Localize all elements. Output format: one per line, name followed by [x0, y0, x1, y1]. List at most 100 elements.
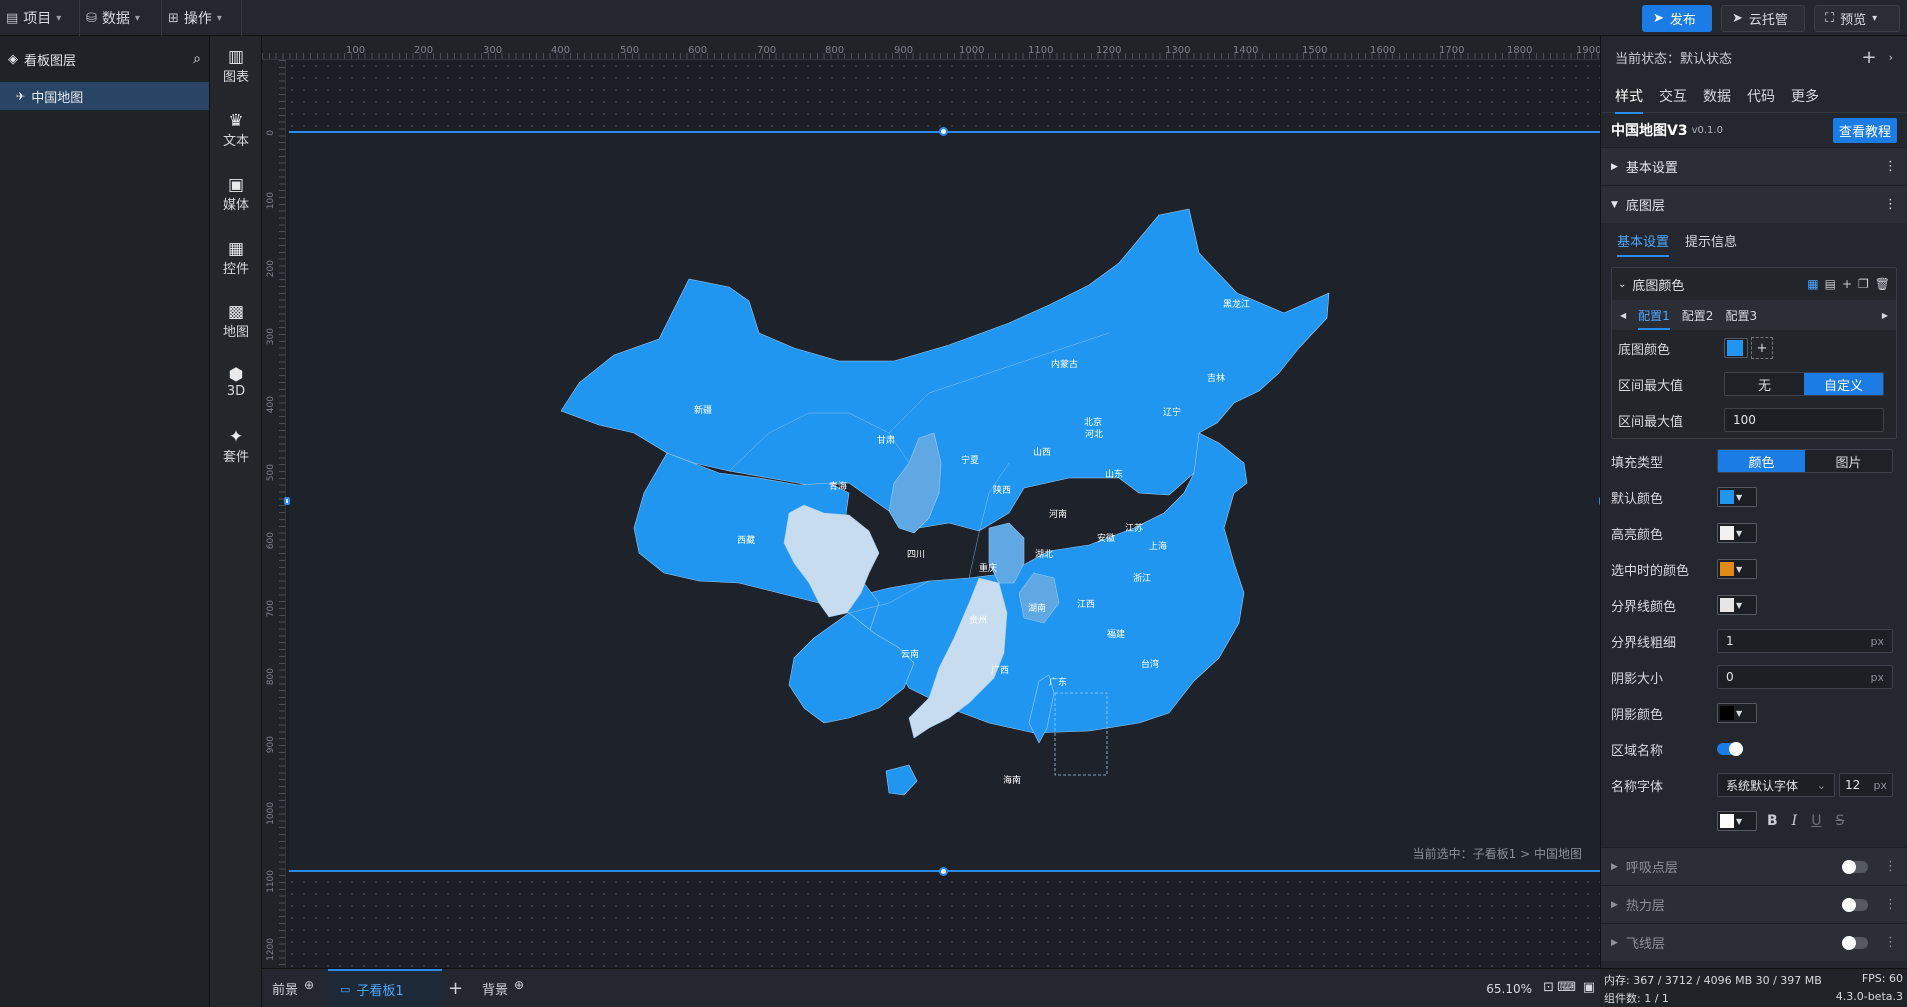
tool-kit[interactable]: ✦ 套件 — [210, 428, 262, 465]
underline-icon[interactable]: U — [1811, 813, 1821, 829]
tab-more[interactable]: 更多 — [1791, 86, 1819, 106]
strikethrough-icon[interactable]: S — [1835, 813, 1844, 829]
preview-button[interactable]: ⛶ 预览 ▾ — [1814, 5, 1900, 32]
tab-foreground[interactable]: 前景 ⊕ — [272, 969, 314, 1007]
border-width-value: 1 — [1726, 634, 1734, 648]
border-width-input[interactable]: 1 px — [1717, 629, 1893, 653]
font-size-input[interactable]: 12 px — [1839, 773, 1893, 797]
bold-icon[interactable]: B — [1767, 813, 1778, 829]
section-basic-settings[interactable]: ▶ 基本设置 ⋮ — [1601, 147, 1907, 185]
range-option-custom[interactable]: 自定义 — [1804, 373, 1883, 395]
map-region-hainan[interactable] — [885, 764, 918, 796]
province-label: 吉林 — [1207, 374, 1226, 384]
caret-right-icon[interactable]: ▶ — [1882, 311, 1888, 320]
province-label: 新疆 — [694, 406, 713, 416]
highlight-color-picker[interactable]: ▼ — [1717, 523, 1757, 543]
more-vertical-icon[interactable]: ⋮ — [1884, 197, 1897, 212]
breath-layer-toggle[interactable] — [1842, 859, 1868, 874]
tool-control[interactable]: ▦ 控件 — [210, 240, 262, 277]
subtab-basic[interactable]: 基本设置 — [1617, 231, 1670, 257]
tab-sub-board[interactable]: ▭ 子看板1 — [328, 969, 442, 1007]
subtab-tooltip[interactable]: 提示信息 — [1685, 231, 1737, 261]
map-region-anhui[interactable] — [988, 522, 1025, 584]
fit-screen-icon[interactable]: ⊡ — [1543, 980, 1554, 995]
plus-icon[interactable]: + — [1842, 277, 1852, 291]
more-vertical-icon[interactable]: ⋮ — [1884, 859, 1897, 874]
range-max-input[interactable]: 100 — [1724, 408, 1884, 432]
terminal-icon[interactable]: ▣ — [1583, 980, 1595, 995]
config-tab-1[interactable]: 配置1 — [1638, 307, 1670, 330]
fill-option-image[interactable]: 图片 — [1805, 450, 1892, 472]
section-flyline-layer[interactable]: ▶ 飞线层 ⋮ — [1601, 923, 1907, 961]
menu-operation[interactable]: ⊞ 操作 ▾ — [162, 0, 242, 36]
copy-icon[interactable]: ❐ — [1858, 277, 1869, 291]
caret-left-icon[interactable]: ◀ — [1620, 311, 1626, 320]
shadow-color-label: 阴影颜色 — [1611, 707, 1664, 723]
ruler-tick: 1000 — [266, 802, 276, 825]
tool-3d[interactable]: ⬢ 3D — [210, 366, 262, 399]
grid-icon: ⊞ — [168, 10, 179, 26]
tool-map[interactable]: ▩ 地图 — [210, 303, 262, 340]
heat-layer-toggle[interactable] — [1842, 897, 1868, 912]
flyline-layer-toggle[interactable] — [1842, 935, 1868, 950]
selected-color-picker[interactable]: ▼ — [1717, 559, 1757, 579]
chevron-down-icon: ▾ — [1872, 13, 1878, 24]
cloud-label: 云托管 — [1748, 13, 1788, 28]
add-circle-icon[interactable]: ⊕ — [514, 978, 524, 992]
keyboard-icon[interactable]: ⌨ — [1557, 980, 1576, 995]
tutorial-button[interactable]: 查看教程 — [1832, 117, 1897, 143]
border-color-picker[interactable]: ▼ — [1717, 595, 1757, 615]
china-map[interactable] — [289, 133, 1600, 874]
menu-project[interactable]: ▤ 项目 ▾ — [0, 0, 80, 36]
more-vertical-icon[interactable]: ⋮ — [1884, 935, 1897, 950]
tab-style[interactable]: 样式 — [1615, 86, 1643, 114]
font-size-value: 12 — [1845, 778, 1861, 792]
layout-icon[interactable]: ▤ — [1825, 277, 1836, 291]
base-color-swatch[interactable] — [1724, 338, 1748, 358]
region-name-toggle[interactable] — [1717, 742, 1743, 756]
tab-background[interactable]: 背景 ⊕ — [482, 969, 524, 1007]
add-color-button[interactable]: + — [1751, 337, 1773, 359]
search-icon[interactable]: ⌕ — [193, 51, 201, 67]
shadow-color-picker[interactable]: ▼ — [1717, 703, 1757, 723]
shadow-size-input[interactable]: 0 px — [1717, 665, 1893, 689]
tab-code[interactable]: 代码 — [1747, 86, 1775, 106]
menu-data[interactable]: ⛁ 数据 ▾ — [80, 0, 162, 36]
more-vertical-icon[interactable]: ⋮ — [1884, 159, 1897, 174]
tool-chart[interactable]: ▥ 图表 — [210, 48, 262, 85]
tool-media[interactable]: ▣ 媒体 — [210, 176, 262, 213]
italic-icon[interactable]: I — [1792, 813, 1798, 829]
config-tab-2[interactable]: 配置2 — [1682, 307, 1714, 324]
section-breath-layer[interactable]: ▶ 呼吸点层 ⋮ — [1601, 847, 1907, 885]
add-board-button[interactable]: + — [448, 969, 463, 1007]
zoom-level[interactable]: 65.10% — [1486, 982, 1532, 996]
border-color-label: 分界线颜色 — [1611, 599, 1677, 615]
tab-interaction[interactable]: 交互 — [1659, 86, 1687, 106]
section-heat-layer[interactable]: ▶ 热力层 ⋮ — [1601, 885, 1907, 923]
fill-option-color[interactable]: 颜色 — [1718, 450, 1805, 472]
trash-icon[interactable]: 🗑 — [1875, 277, 1890, 291]
font-family-select[interactable]: 系统默认字体 ⌄ — [1717, 773, 1835, 797]
section-base-layer[interactable]: ▼ 底图层 ⋮ — [1601, 185, 1907, 223]
base-color-group-header[interactable]: ⌄ 底图颜色 ▦ ▤ + ❐ 🗑 — [1612, 268, 1896, 300]
default-color-picker[interactable]: ▼ — [1717, 487, 1757, 507]
range-option-none[interactable]: 无 — [1725, 373, 1804, 395]
ruler-tick: 1200 — [266, 938, 276, 961]
plus-icon[interactable]: + — [1862, 47, 1877, 68]
font-color-picker[interactable]: ▼ — [1717, 811, 1757, 831]
font-family-value: 系统默认字体 — [1726, 778, 1799, 793]
chevron-right-icon[interactable]: › — [1889, 51, 1893, 64]
sub-board-frame[interactable]: 新疆 西藏 青海 甘肃 内蒙古 黑龙江 吉林 辽宁 北京 河北 山西 宁夏 陕西… — [284, 127, 1605, 876]
publish-button[interactable]: ➤ 发布 — [1642, 5, 1712, 32]
tab-data[interactable]: 数据 — [1703, 86, 1731, 106]
more-vertical-icon[interactable]: ⋮ — [1884, 897, 1897, 912]
layer-item-china-map[interactable]: ✈ 中国地图 — [0, 82, 209, 110]
table-icon[interactable]: ▦ — [1807, 277, 1818, 291]
province-label: 广西 — [991, 666, 1010, 676]
add-circle-icon[interactable]: ⊕ — [304, 978, 314, 992]
config-tab-3[interactable]: 配置3 — [1725, 307, 1757, 324]
tool-text[interactable]: ♛ 文本 — [210, 112, 262, 149]
current-state[interactable]: 当前状态：默认状态 — [1615, 48, 1732, 67]
ruler-tick: 200 — [266, 260, 276, 278]
cloud-hosting-button[interactable]: ➤ 云托管 — [1721, 5, 1805, 32]
